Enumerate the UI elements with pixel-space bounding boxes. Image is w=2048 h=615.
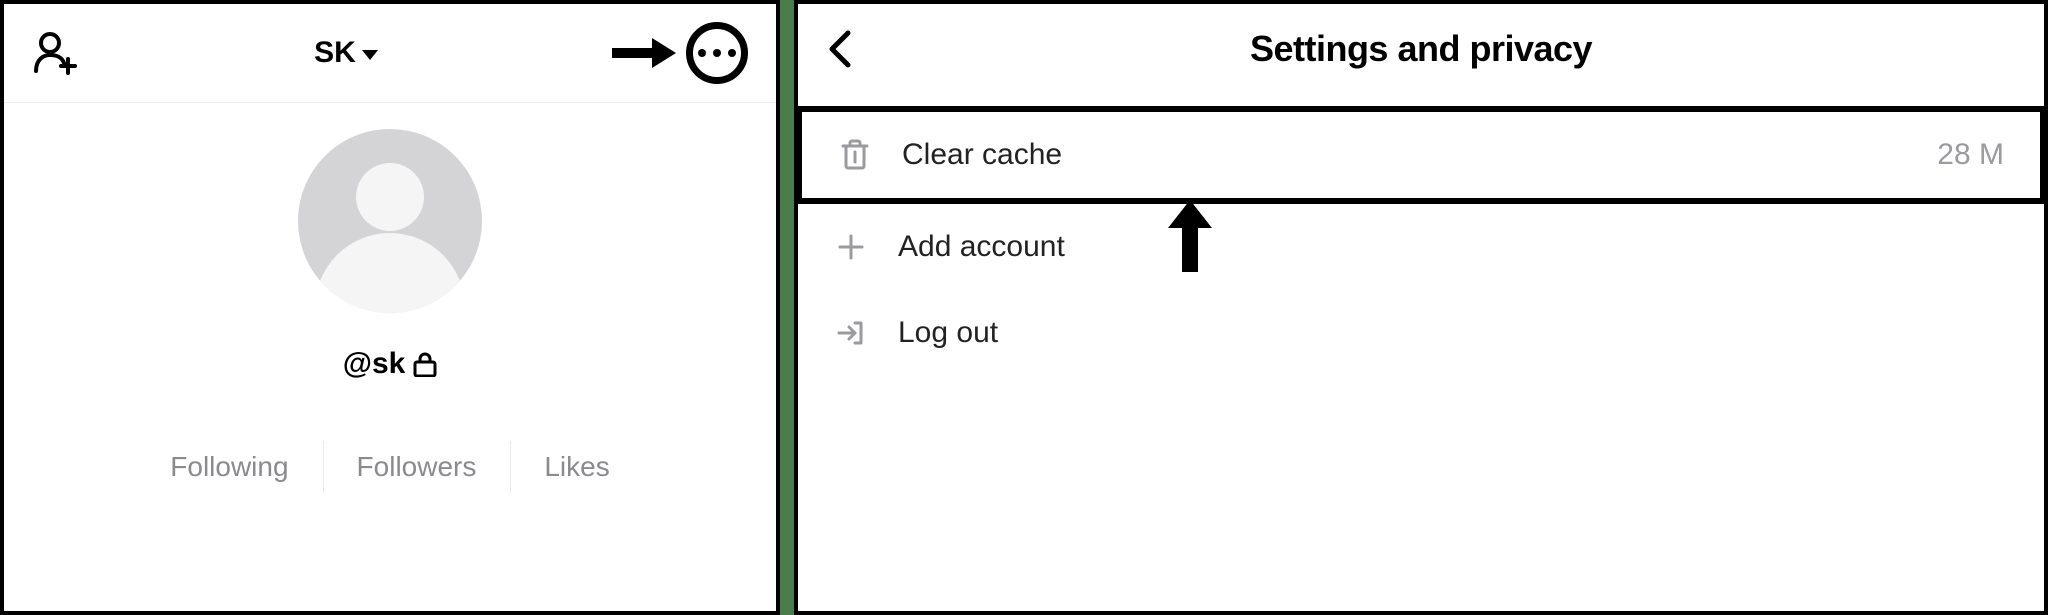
stat-label: Followers <box>357 451 477 482</box>
avatar[interactable] <box>298 129 482 313</box>
settings-header: Settings and privacy <box>798 4 2044 94</box>
stat-label: Following <box>170 451 288 482</box>
list-item-clear-cache[interactable]: Clear cache 28 M <box>796 106 2046 204</box>
list-item-log-out[interactable]: Log out <box>798 290 2044 376</box>
settings-list: Clear cache 28 M Add account Log out <box>798 94 2044 376</box>
profile-header: SK <box>4 4 776 103</box>
profile-body: @sk Following Followers Likes <box>4 103 776 483</box>
arrow-right-icon <box>612 38 676 68</box>
lock-icon <box>413 351 437 377</box>
page-title: Settings and privacy <box>1250 28 1592 70</box>
list-item-value: 28 M <box>1937 138 2004 172</box>
stat-followers[interactable]: Followers <box>323 451 511 483</box>
add-friend-icon[interactable] <box>32 29 80 77</box>
settings-screen: Settings and privacy Clear cache 28 M A <box>794 0 2048 615</box>
panel-divider <box>780 0 794 615</box>
handle-row: @sk <box>343 347 438 381</box>
arrow-up-icon <box>1168 200 1212 272</box>
list-item-label: Clear cache <box>902 138 1907 172</box>
plus-icon <box>834 232 868 262</box>
stat-label: Likes <box>544 451 609 482</box>
stat-following[interactable]: Following <box>136 451 322 483</box>
list-item-label: Add account <box>898 230 2008 264</box>
more-menu-annotation <box>612 22 748 84</box>
list-item-add-account[interactable]: Add account <box>798 204 2044 290</box>
stat-likes[interactable]: Likes <box>510 451 643 483</box>
handle-text: @sk <box>343 347 406 381</box>
stats-row: Following Followers Likes <box>136 451 643 483</box>
logout-icon <box>834 317 868 349</box>
dot-icon <box>698 49 706 57</box>
trash-icon <box>838 138 872 172</box>
dot-icon <box>713 49 721 57</box>
profile-screen: SK @sk <box>0 0 780 615</box>
dot-icon <box>728 49 736 57</box>
caret-down-icon <box>362 50 378 60</box>
username-text: SK <box>314 36 356 70</box>
back-button[interactable] <box>826 29 854 69</box>
username-dropdown[interactable]: SK <box>314 36 378 70</box>
more-options-button[interactable] <box>686 22 748 84</box>
list-item-label: Log out <box>898 316 2008 350</box>
